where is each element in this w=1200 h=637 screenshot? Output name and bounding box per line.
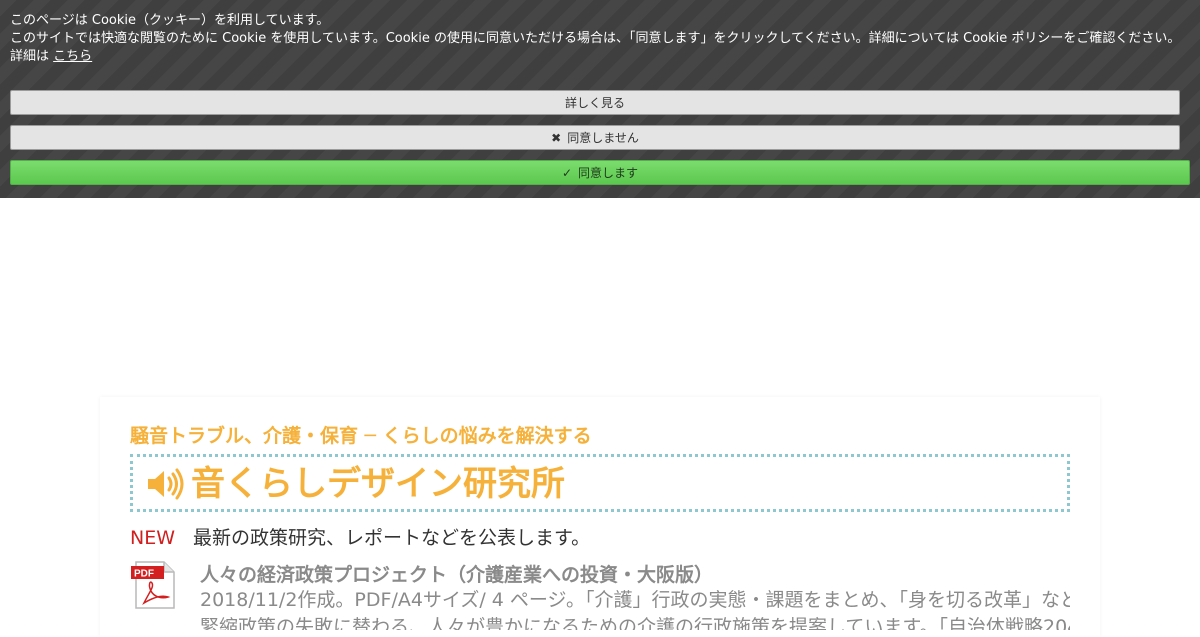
cookie-message-line3: 詳細は こちら	[10, 48, 1180, 66]
cookie-decline-button[interactable]: ✖ 同意しません	[10, 125, 1180, 150]
new-badge: NEW	[130, 527, 176, 549]
report-description-line1: 2018/11/2作成。PDF/A4サイズ/ 4 ページ。「介護」行政の実態・課…	[200, 589, 1070, 611]
cookie-details-link[interactable]: こちら	[53, 49, 92, 64]
cookie-accept-button-label: 同意します	[578, 166, 639, 180]
cookie-banner: このページは Cookie（クッキー）を利用しています。 このサイトでは快適な閲…	[0, 0, 1200, 198]
check-icon: ✓	[561, 166, 573, 180]
cookie-accept-button[interactable]: ✓ 同意します	[10, 160, 1190, 185]
news-text: 最新の政策研究、レポートなどを公表します。	[193, 527, 591, 549]
report-description-line2: 緊縮政策の失敗に替わる、人々が豊かになるための介護の行政施策を提案しています。「…	[200, 616, 1070, 630]
cookie-message-line2: このサイトでは快適な閲覧のために Cookie を使用しています。Cookie …	[10, 31, 1181, 46]
site-title-box: 音くらしデザイン研究所	[130, 454, 1070, 512]
report-description: 2018/11/2作成。PDF/A4サイズ/ 4 ページ。「介護」行政の実態・課…	[200, 587, 1070, 630]
cookie-details-button[interactable]: 詳しく見る	[10, 90, 1180, 115]
cookie-message: このページは Cookie（クッキー）を利用しています。 このサイトでは快適な閲…	[10, 12, 1180, 66]
news-row: NEW 最新の政策研究、レポートなどを公表します。	[130, 523, 590, 550]
cookie-decline-button-label: 同意しません	[567, 131, 639, 145]
speaker-icon	[148, 468, 184, 500]
site-title: 音くらしデザイン研究所	[191, 464, 565, 504]
cookie-message-line1: このページは Cookie（クッキー）を利用しています。	[10, 13, 330, 28]
cookie-details-button-label: 詳しく見る	[564, 96, 625, 110]
pdf-icon[interactable]: PDF	[130, 561, 176, 609]
cookie-details-prefix: 詳細は	[10, 49, 50, 64]
close-icon: ✖	[551, 131, 562, 145]
site-tagline: 騒音トラブル、介護・保育 ─ くらしの悩みを解決する	[130, 425, 592, 447]
report-title[interactable]: 人々の経済政策プロジェクト（介護産業への投資・大阪版）	[200, 560, 713, 587]
pdf-icon-label: PDF	[134, 569, 154, 580]
